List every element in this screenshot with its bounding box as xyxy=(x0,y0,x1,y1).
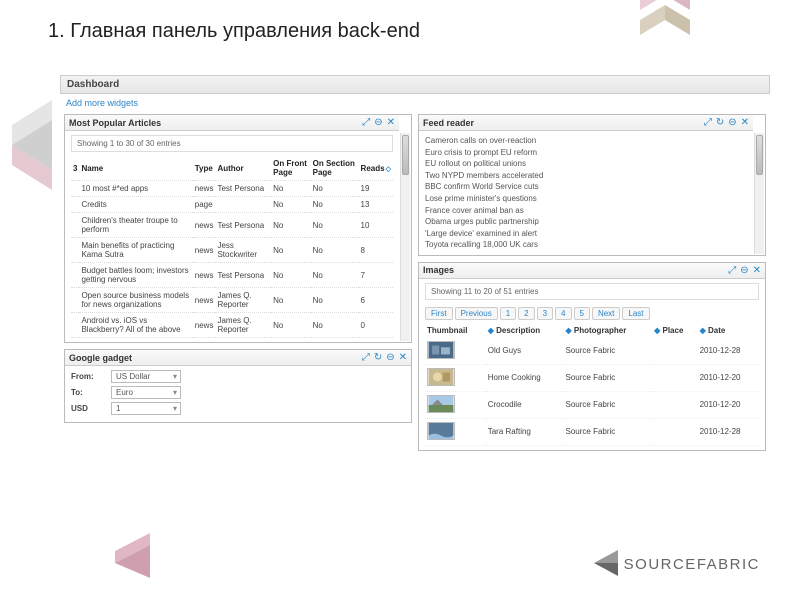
from-label: From: xyxy=(71,372,105,381)
table-row[interactable]: Tara RaftingSource Fabric2010-12-28 xyxy=(425,418,759,445)
page-last[interactable]: Last xyxy=(622,307,649,320)
widget-most-popular: Most Popular Articles ⤢ ⊖ ✕ Showing 1 to… xyxy=(64,114,412,343)
table-row[interactable]: Main benefits of practicing Kama Sutrane… xyxy=(71,238,393,263)
thumbnail xyxy=(427,395,455,413)
fullscreen-icon[interactable]: ⤢ xyxy=(362,117,370,128)
usd-input[interactable]: 1 xyxy=(111,402,181,415)
images-table: Thumbnail ◆ Description ◆ Photographer ◆… xyxy=(425,323,759,446)
feed-item[interactable]: Toyota recalling 18,000 UK cars xyxy=(425,239,747,251)
refresh-icon[interactable]: ↻ xyxy=(374,352,382,363)
feed-item[interactable]: Cameron calls on over-reaction xyxy=(425,135,747,147)
showing-text: Showing 11 to 20 of 51 entries xyxy=(425,283,759,300)
feed-item[interactable]: BBC confirm World Service cuts xyxy=(425,181,747,193)
fullscreen-icon[interactable]: ⤢ xyxy=(704,117,712,128)
widget-title: Images xyxy=(423,265,454,275)
widget-images: Images ⤢ ⊖ ✕ Showing 11 to 20 of 51 entr… xyxy=(418,262,766,451)
minimize-icon[interactable]: ⊖ xyxy=(728,117,736,128)
decoration-chevron-top xyxy=(640,0,690,42)
feed-item[interactable]: 'Large device' examined in alert xyxy=(425,228,747,240)
scrollbar[interactable] xyxy=(754,133,764,254)
widget-title: Most Popular Articles xyxy=(69,118,161,128)
widget-google-gadget: Google gadget ⤢ ↻ ⊖ ✕ From: US Dollar To:… xyxy=(64,349,412,423)
logo-chevron-icon xyxy=(588,548,618,580)
brand-text: SOURCEFABRIC xyxy=(624,556,760,573)
page-num[interactable]: 5 xyxy=(574,307,590,320)
page-first[interactable]: First xyxy=(425,307,453,320)
page-num[interactable]: 4 xyxy=(555,307,571,320)
dashboard-screenshot: Dashboard Add more widgets Most Popular … xyxy=(60,75,770,495)
usd-label: USD xyxy=(71,404,105,413)
widget-title: Google gadget xyxy=(69,353,132,363)
page-next[interactable]: Next xyxy=(592,307,620,320)
minimize-icon[interactable]: ⊖ xyxy=(374,117,382,128)
table-row[interactable]: Open source business models for news org… xyxy=(71,288,393,313)
minimize-icon[interactable]: ⊖ xyxy=(740,265,748,276)
widget-feed-reader: Feed reader ⤢ ↻ ⊖ ✕ Cameron calls on ove… xyxy=(418,114,766,256)
feed-item[interactable]: Euro crisis to prompt EU reform xyxy=(425,147,747,159)
page-prev[interactable]: Previous xyxy=(455,307,498,320)
dashboard-header: Dashboard xyxy=(60,75,770,94)
to-label: To: xyxy=(71,388,105,397)
close-icon[interactable]: ✕ xyxy=(753,265,761,276)
close-icon[interactable]: ✕ xyxy=(741,117,749,128)
feed-item[interactable]: Obama urges public partnership xyxy=(425,216,747,228)
pagination: First Previous 1 2 3 4 5 Next Last xyxy=(425,304,759,323)
table-row[interactable]: CreditspageNoNo13 xyxy=(71,197,393,213)
fullscreen-icon[interactable]: ⤢ xyxy=(728,265,736,276)
close-icon[interactable]: ✕ xyxy=(399,352,407,363)
decoration-chevron-left xyxy=(2,100,52,192)
feed-item[interactable]: Lose prime minister's questions xyxy=(425,193,747,205)
table-row[interactable]: Children's theater troupe to performnews… xyxy=(71,213,393,238)
from-select[interactable]: US Dollar xyxy=(111,370,181,383)
showing-text: Showing 1 to 30 of 30 entries xyxy=(71,135,393,152)
scrollbar[interactable] xyxy=(400,133,410,341)
refresh-icon[interactable]: ↻ xyxy=(716,117,724,128)
page-num[interactable]: 3 xyxy=(537,307,553,320)
add-more-widgets-link[interactable]: Add more widgets xyxy=(60,94,770,112)
table-row[interactable]: Old GuysSource Fabric2010-12-28 xyxy=(425,338,759,365)
feed-item[interactable]: EU rollout on political unions xyxy=(425,158,747,170)
feed-item[interactable]: France cover animal ban as xyxy=(425,205,747,217)
table-row[interactable]: Home CookingSource Fabric2010-12-20 xyxy=(425,364,759,391)
widget-title: Feed reader xyxy=(423,118,474,128)
thumbnail xyxy=(427,368,455,386)
to-select[interactable]: Euro xyxy=(111,386,181,399)
popular-table: 3 Name Type Author On Front Page On Sect… xyxy=(71,156,393,338)
feed-item[interactable]: Two NYPD members accelerated xyxy=(425,170,747,182)
thumbnail xyxy=(427,422,455,440)
page-num[interactable]: 1 xyxy=(500,307,516,320)
close-icon[interactable]: ✕ xyxy=(387,117,395,128)
brand-logo: SOURCEFABRIC xyxy=(588,548,760,580)
table-row[interactable]: Android vs. iOS vs Blackberry? All of th… xyxy=(71,313,393,338)
page-num[interactable]: 2 xyxy=(518,307,534,320)
feed-list: Cameron calls on over-reactionEuro crisi… xyxy=(425,135,747,251)
thumbnail xyxy=(427,341,455,359)
table-row[interactable]: 10 most #*ed appsnewsTest PersonaNoNo19 xyxy=(71,181,393,197)
table-row[interactable]: Budget battles loom; investors getting n… xyxy=(71,263,393,288)
decoration-chevron-bottom-left xyxy=(110,533,150,580)
table-row[interactable]: CrocodileSource Fabric2010-12-20 xyxy=(425,391,759,418)
fullscreen-icon[interactable]: ⤢ xyxy=(362,352,370,363)
minimize-icon[interactable]: ⊖ xyxy=(386,352,394,363)
